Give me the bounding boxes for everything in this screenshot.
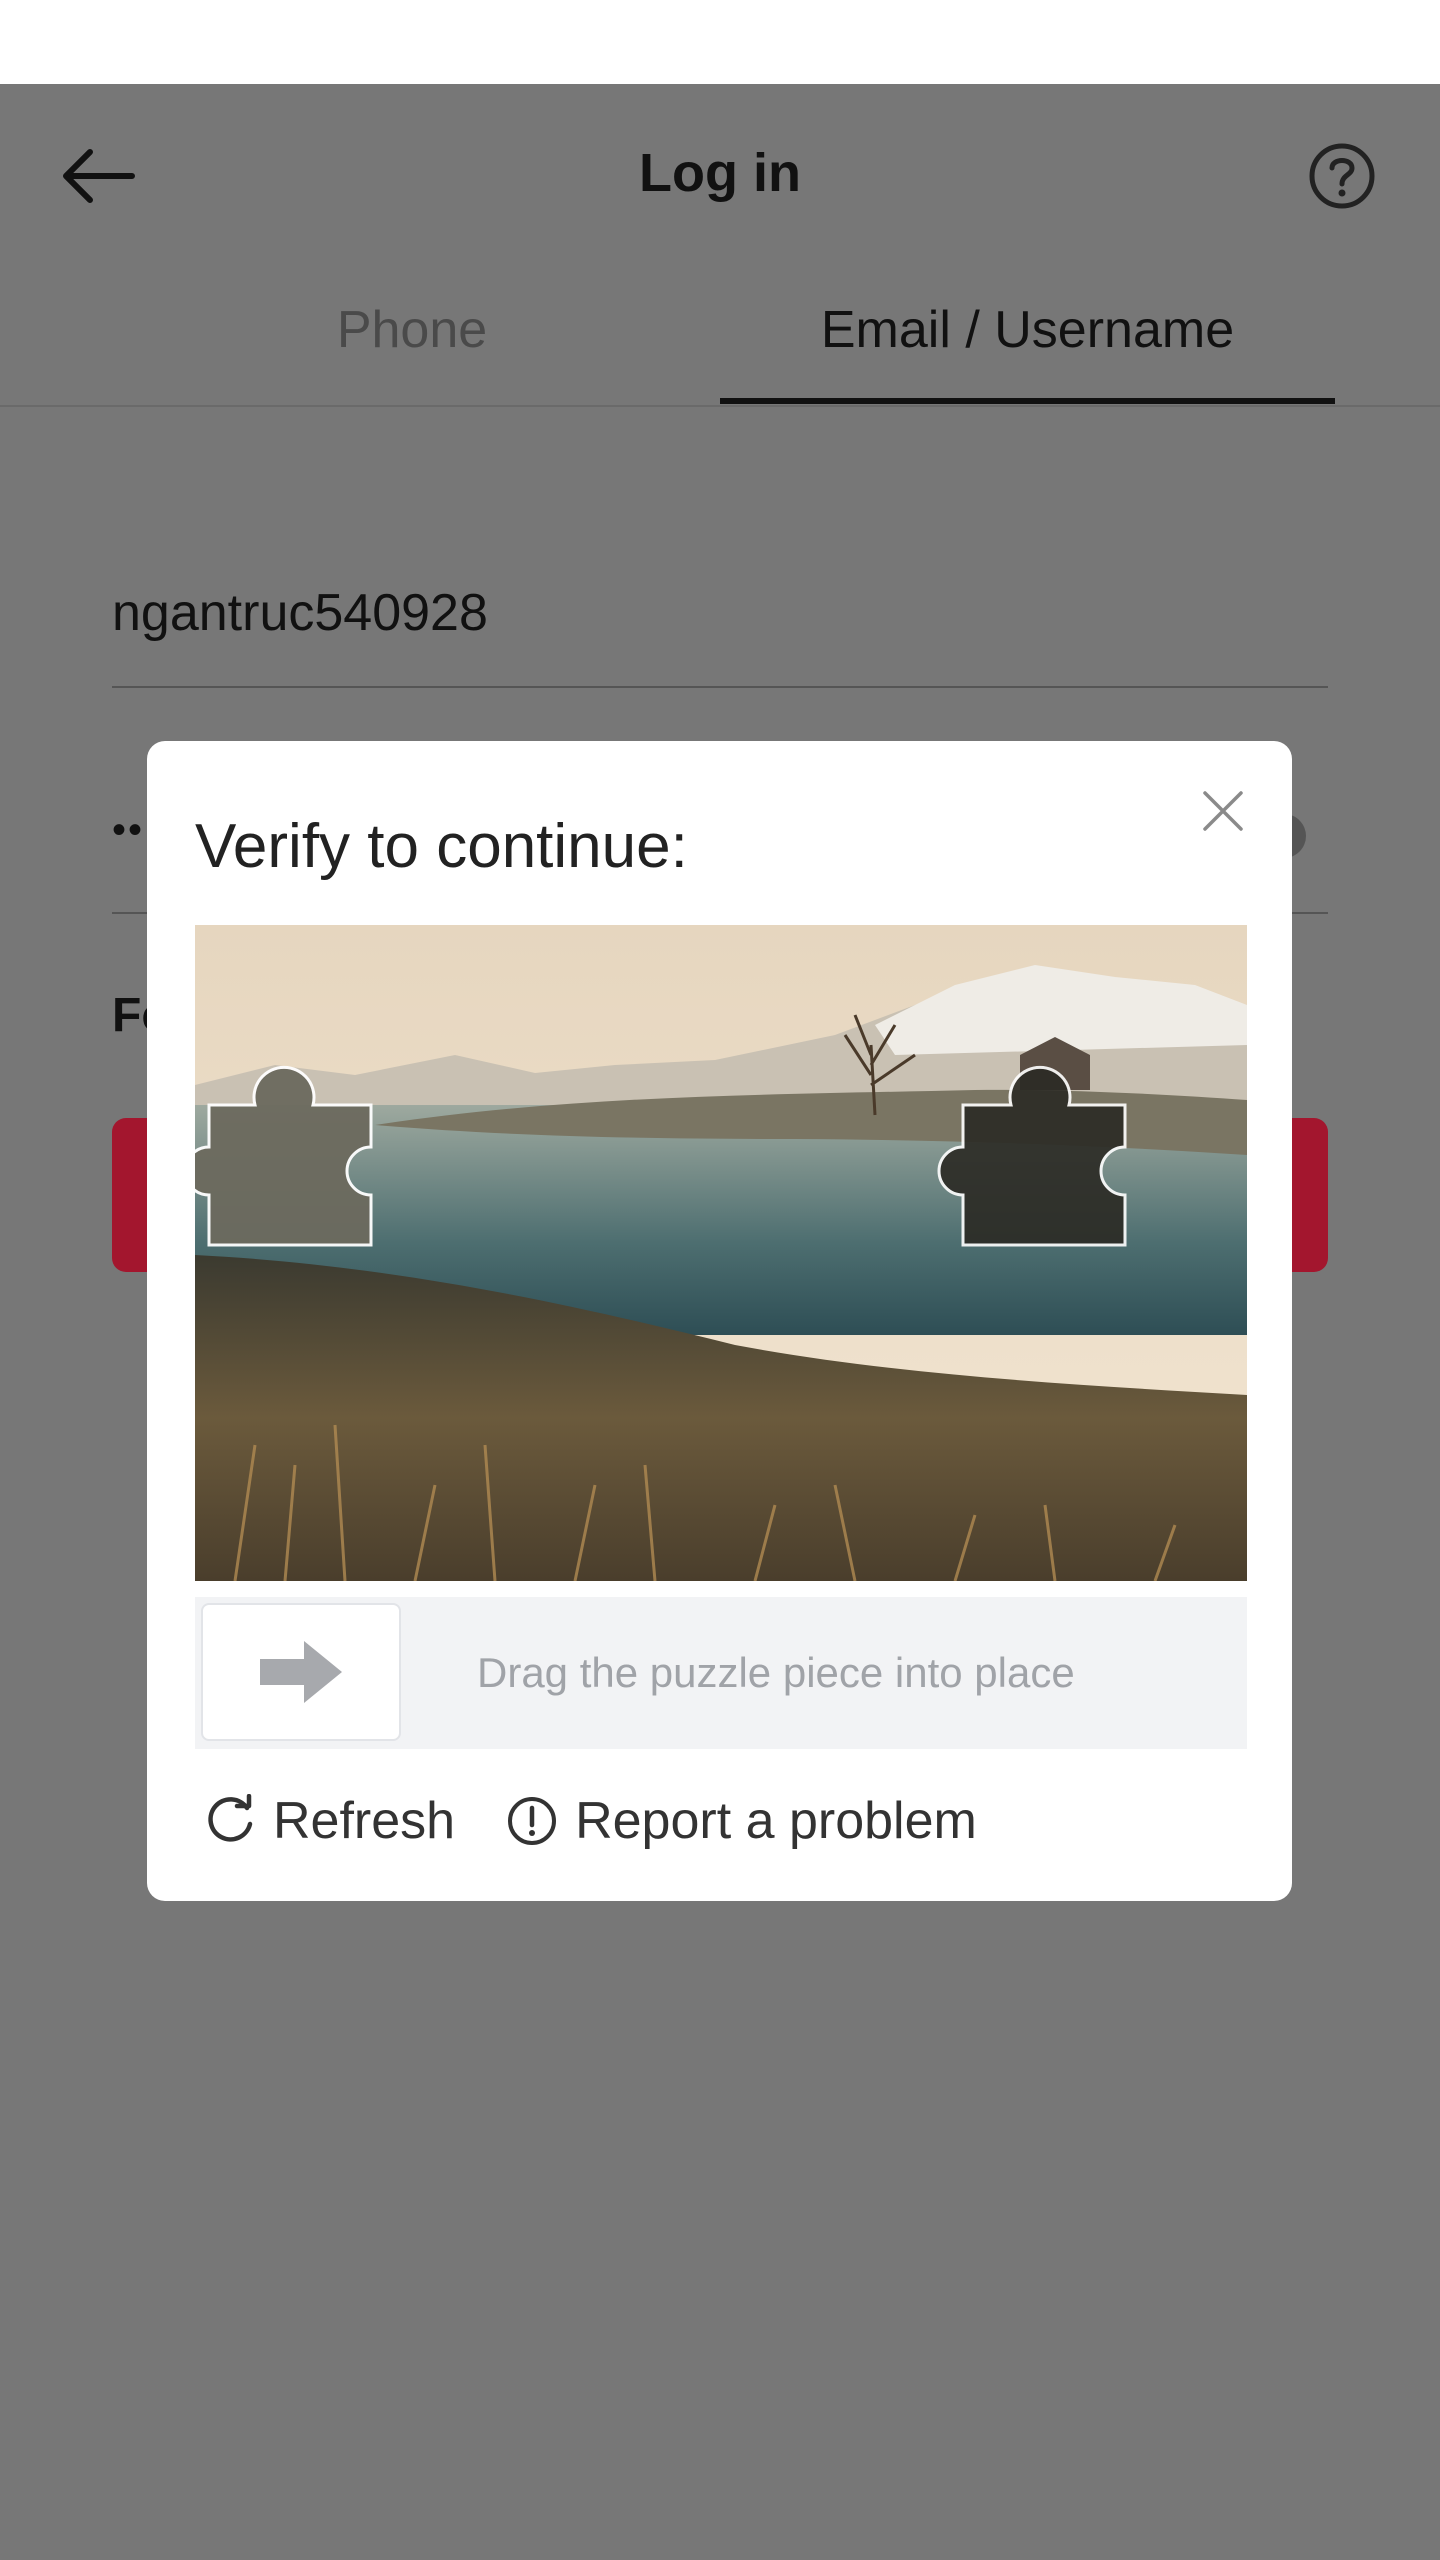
slider-hint: Drag the puzzle piece into place [477, 1649, 1075, 1696]
arrow-right-icon [260, 1641, 342, 1703]
question-circle-icon [1309, 143, 1375, 209]
tab-email-username[interactable]: Email / Username [720, 294, 1335, 366]
active-tab-indicator [720, 398, 1335, 404]
close-icon [1203, 791, 1243, 831]
slider-track: Drag the puzzle piece into place [195, 1597, 1247, 1749]
refresh-button[interactable]: Refresh [203, 1791, 455, 1851]
captcha-modal: Verify to continue: Drag the puzzle piec… [147, 741, 1292, 1901]
refresh-label: Refresh [273, 1792, 456, 1850]
page-title: Log in [639, 143, 801, 203]
tabs-divider [0, 405, 1440, 407]
username-field[interactable]: ngantruc540928 [112, 578, 488, 648]
captcha-actions: Refresh Report a problem [203, 1781, 1027, 1861]
report-problem-label: Report a problem [575, 1792, 977, 1850]
captcha-title: Verify to continue: [195, 812, 688, 881]
refresh-icon [208, 1794, 253, 1842]
password-field[interactable]: •• [112, 808, 144, 853]
report-problem-button[interactable]: Report a problem [505, 1791, 977, 1851]
slider-handle[interactable] [201, 1603, 401, 1741]
puzzle-image [195, 925, 1247, 1581]
help-button[interactable] [1304, 138, 1380, 214]
status-bar [0, 0, 1440, 84]
username-underline [112, 686, 1328, 688]
tab-phone[interactable]: Phone [212, 294, 612, 366]
alert-circle-icon [508, 1797, 557, 1845]
close-button[interactable] [1193, 781, 1253, 841]
